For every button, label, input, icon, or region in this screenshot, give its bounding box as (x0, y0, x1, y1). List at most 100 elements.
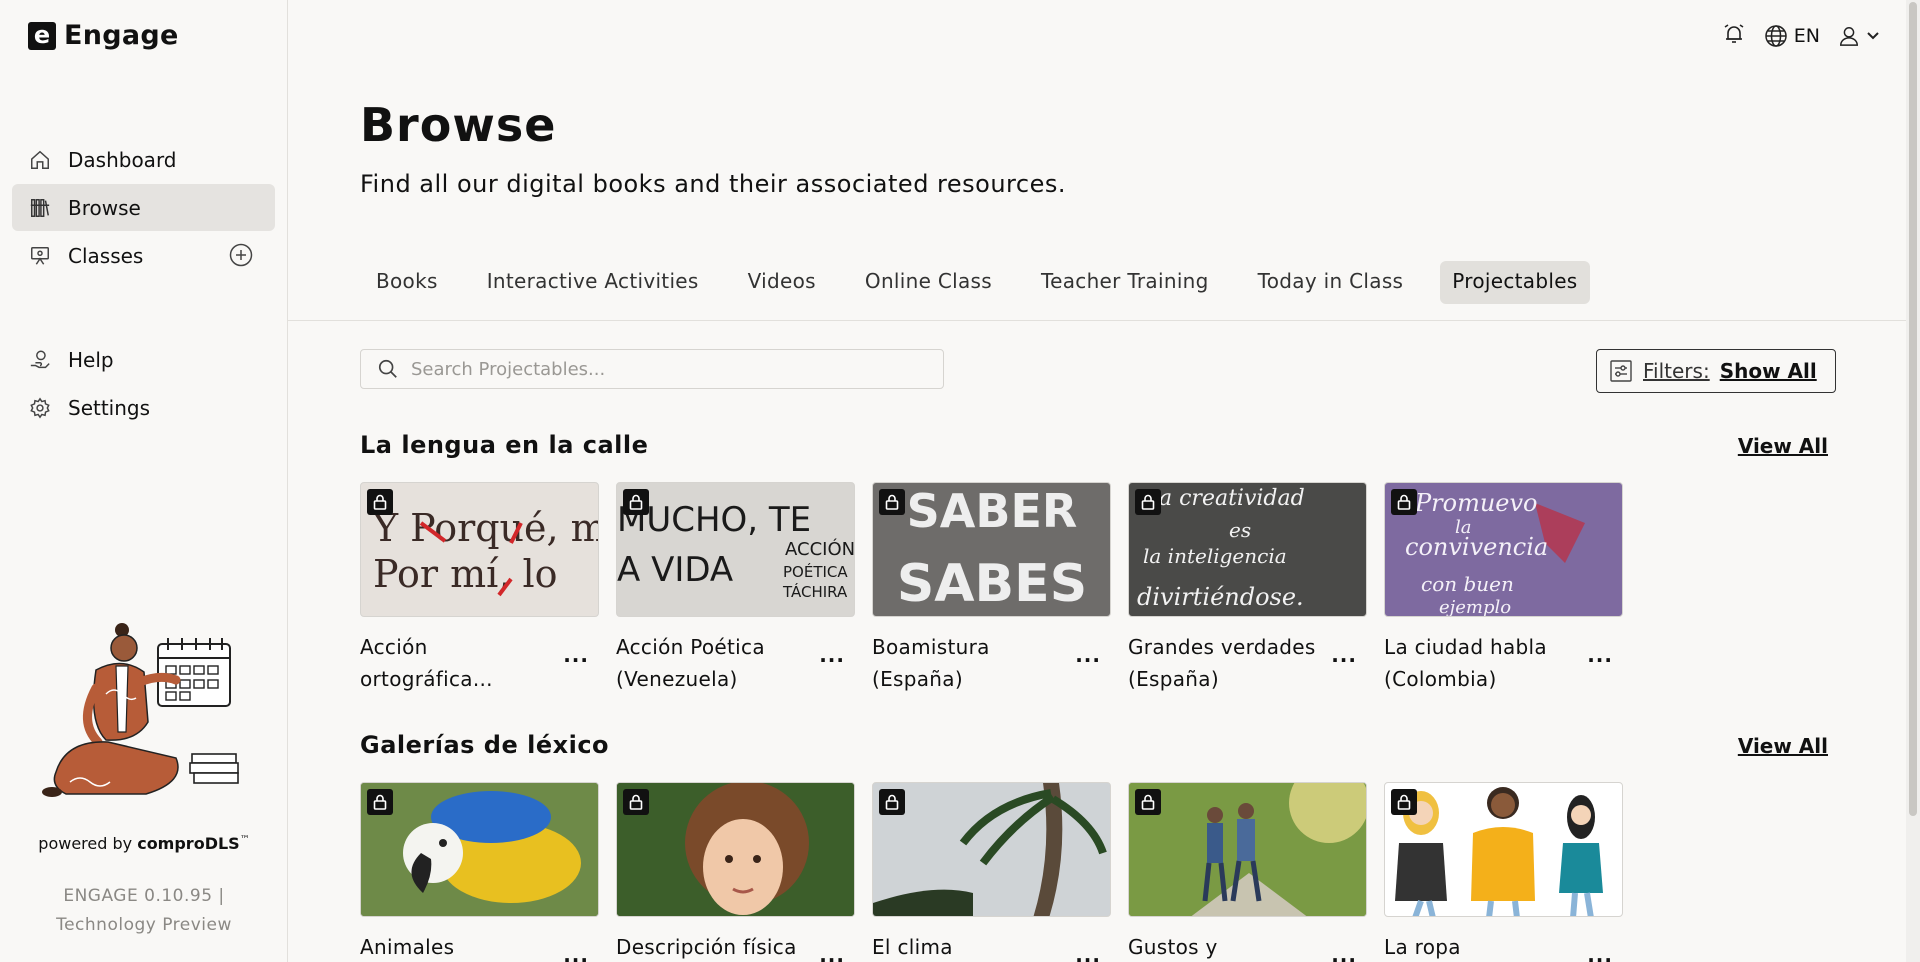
projectable-card[interactable]: a creatividad es la inteligencia divirti… (1128, 482, 1367, 695)
lock-icon (879, 489, 905, 515)
tab-today-in-class[interactable]: Today in Class (1246, 261, 1416, 304)
tab-online-class[interactable]: Online Class (853, 261, 1004, 304)
projectable-card[interactable]: MUCHO, TE A VIDA ACCIÓN POÉTICA TÁCHIRA … (616, 482, 855, 695)
sidebar: e Engage Dashboard Browse Classes Help S… (0, 0, 288, 962)
powered-brand: comproDLS (137, 834, 240, 853)
books-icon (28, 196, 52, 220)
card-title: La ciudad habla (Colombia) (1384, 635, 1547, 691)
tab-projectables[interactable]: Projectables (1440, 261, 1590, 304)
card-title: Gustos y (1128, 935, 1218, 959)
more-options-icon[interactable]: ... (1587, 943, 1613, 962)
tab-books[interactable]: Books (364, 261, 450, 304)
more-options-icon[interactable]: ... (563, 643, 589, 695)
thumb-text: SABES (897, 554, 1087, 614)
lock-icon (879, 789, 905, 815)
thumb-text: POÉTICA (783, 562, 848, 581)
more-options-icon[interactable]: ... (819, 643, 845, 695)
card-thumbnail[interactable] (872, 782, 1111, 917)
secondary-nav: Help Settings (12, 336, 275, 432)
view-all-link[interactable]: View All (1738, 734, 1828, 758)
sidebar-item-browse[interactable]: Browse (12, 184, 275, 231)
thumb-text: TÁCHIRA (782, 582, 848, 601)
card-meta: La ropa ... (1384, 931, 1623, 962)
lock-icon (623, 489, 649, 515)
card-thumbnail[interactable] (360, 782, 599, 917)
more-options-icon[interactable]: ... (819, 943, 845, 962)
more-options-icon[interactable]: ... (1331, 943, 1357, 962)
sidebar-item-label: Classes (68, 243, 144, 268)
thumb-text: con buen (1421, 572, 1514, 596)
card-thumbnail[interactable] (616, 782, 855, 917)
projectable-card[interactable]: El clima ... (872, 782, 1111, 962)
add-class-icon[interactable] (229, 243, 253, 267)
scrollbar-thumb[interactable] (1909, 2, 1917, 816)
more-options-icon[interactable]: ... (563, 943, 589, 962)
view-all-link[interactable]: View All (1738, 434, 1828, 458)
lock-icon (623, 789, 649, 815)
trademark: ™ (239, 834, 250, 846)
card-row: Animales ... Descripción física ... El c… (360, 782, 1623, 962)
search-input[interactable] (411, 358, 931, 380)
app-name: Engage (64, 20, 179, 51)
projectable-card[interactable]: SABER SABES Boamistura (España) ... (872, 482, 1111, 695)
thumb-text: ACCIÓN (785, 538, 855, 560)
card-title: Descripción física (616, 935, 797, 959)
app-logo[interactable]: e Engage (28, 20, 179, 51)
card-thumbnail[interactable]: a creatividad es la inteligencia divirti… (1128, 482, 1367, 617)
version-line-1: ENGAGE 0.10.95 | (63, 886, 225, 906)
main-nav: Dashboard Browse Classes (12, 136, 275, 280)
tab-teacher-training[interactable]: Teacher Training (1029, 261, 1221, 304)
section-title: Galerías de léxico (360, 731, 610, 759)
more-options-icon[interactable]: ... (1331, 643, 1357, 695)
page-scrollbar[interactable] (1906, 0, 1920, 962)
teacher-illustration (36, 622, 252, 806)
card-thumbnail[interactable]: Y Porqué, mi Por mí, lo (360, 482, 599, 617)
version-line-2: Technology Preview (56, 915, 232, 935)
more-options-icon[interactable]: ... (1587, 643, 1613, 695)
card-title: Acción ortográfica... (360, 635, 493, 691)
card-meta: La ciudad habla (Colombia) ... (1384, 631, 1623, 695)
sidebar-item-classes[interactable]: Classes (12, 232, 275, 279)
tab-interactive-activities[interactable]: Interactive Activities (475, 261, 711, 304)
projectable-card[interactable]: Gustos y ... (1128, 782, 1367, 962)
lock-icon (1135, 789, 1161, 815)
filters-value: Show All (1719, 359, 1817, 383)
projectable-card[interactable]: Promuevo la convivencia con buen ejemplo… (1384, 482, 1623, 695)
thumb-text: a creatividad (1159, 486, 1305, 511)
sidebar-item-settings[interactable]: Settings (12, 384, 275, 431)
sidebar-item-dashboard[interactable]: Dashboard (12, 136, 275, 183)
card-thumbnail[interactable] (1128, 782, 1367, 917)
card-meta: El clima ... (872, 931, 1111, 962)
card-thumbnail[interactable]: Promuevo la convivencia con buen ejemplo (1384, 482, 1623, 617)
projectable-card[interactable]: La ropa ... (1384, 782, 1623, 962)
help-hand-icon (28, 348, 52, 372)
powered-prefix: powered by (38, 834, 138, 853)
projectable-card[interactable]: Descripción física ... (616, 782, 855, 962)
lock-icon (367, 789, 393, 815)
lock-icon (1391, 789, 1417, 815)
sidebar-item-help[interactable]: Help (12, 336, 275, 383)
filters-button[interactable]: Filters: Show All (1596, 349, 1836, 393)
main-content: Browse Find all our digital books and th… (288, 0, 1920, 962)
card-title: Boamistura (España) (872, 635, 990, 691)
version-info: ENGAGE 0.10.95 | Technology Preview (0, 882, 288, 940)
more-options-icon[interactable]: ... (1075, 643, 1101, 695)
tab-videos[interactable]: Videos (736, 261, 828, 304)
thumb-text: convivencia (1405, 533, 1548, 561)
sidebar-item-label: Help (68, 347, 114, 372)
card-thumbnail[interactable]: SABER SABES (872, 482, 1111, 617)
projectable-card[interactable]: Animales ... (360, 782, 599, 962)
card-thumbnail[interactable] (1384, 782, 1623, 917)
sidebar-item-label: Settings (68, 395, 151, 420)
thumb-text: la inteligencia (1143, 544, 1287, 568)
card-meta: Descripción física ... (616, 931, 855, 962)
projectable-card[interactable]: Y Porqué, mi Por mí, lo Acción ortográfi… (360, 482, 599, 695)
card-thumbnail[interactable]: MUCHO, TE A VIDA ACCIÓN POÉTICA TÁCHIRA (616, 482, 855, 617)
card-meta: Grandes verdades (España) ... (1128, 631, 1367, 695)
thumb-text: A VIDA (617, 550, 733, 590)
thumb-text: Por mí, lo (373, 552, 558, 596)
search-icon (378, 359, 397, 378)
thumb-text: Promuevo (1414, 489, 1538, 517)
more-options-icon[interactable]: ... (1075, 943, 1101, 962)
card-title: Grandes verdades (España) (1128, 635, 1316, 691)
